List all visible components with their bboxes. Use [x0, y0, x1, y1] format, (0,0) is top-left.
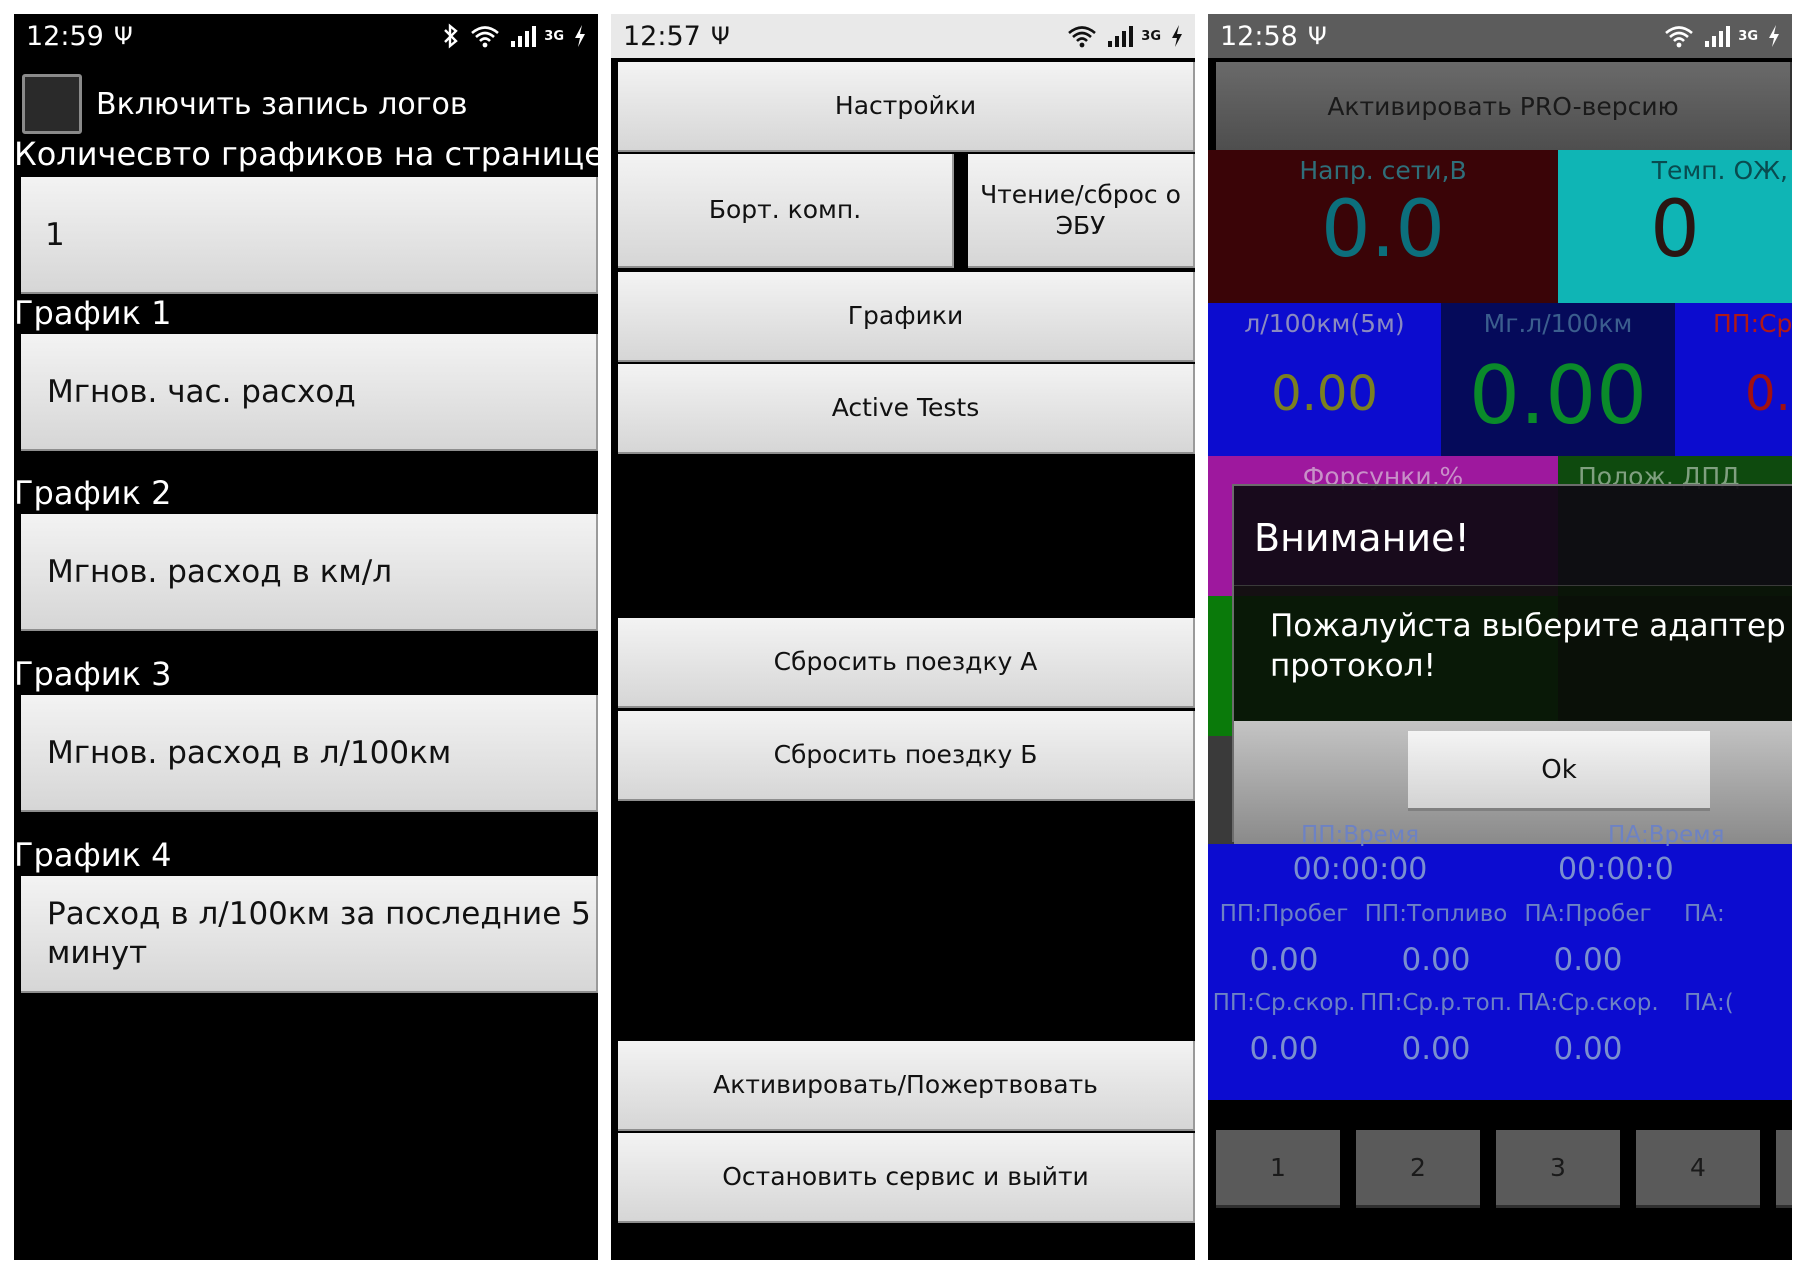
ok-button[interactable]: Ok: [1408, 731, 1710, 811]
network-3g-icon: 3G: [1141, 28, 1161, 44]
usb-icon: Ψ: [1307, 22, 1327, 50]
alert-dialog-message: Пожалуйста выберите адаптер протокол!: [1270, 608, 1786, 685]
status-bar: 12:57 Ψ 3G: [611, 14, 1195, 58]
trip-a-time-label: ПА:Время: [1608, 822, 1725, 846]
tile-trip-avg-partial: ПП:Ср 0.: [1675, 303, 1792, 456]
battery-charging-icon: [574, 24, 586, 48]
phone-screen-chart-settings: 12:59 Ψ 3G Включить запись логов Количес…: [14, 14, 598, 1260]
trip-computer-button[interactable]: Борт. комп.: [618, 154, 954, 268]
status-time: 12:58: [1220, 20, 1298, 52]
trip-a-distance-label: ПА:Пробег: [1524, 901, 1652, 927]
signal-icon: [1704, 24, 1732, 48]
signal-icon: [1107, 24, 1135, 48]
tile-trip-avg-partial-label: ПП:Ср: [1713, 309, 1792, 338]
alert-dialog: Внимание! Пожалуйста выберите адаптер пр…: [1232, 484, 1792, 844]
active-tests-button[interactable]: Active Tests: [618, 364, 1195, 454]
trip-a-avg-speed-value: 0.00: [1553, 1031, 1623, 1067]
alert-dialog-header: Внимание!: [1234, 486, 1792, 586]
tile-coolant-temp-value: 0: [1650, 185, 1700, 275]
settings-button[interactable]: Настройки: [618, 62, 1195, 152]
phone-screen-dashboard: 12:58 Ψ 3G Активировать PRO-версию Напр.…: [1208, 14, 1792, 1260]
trip-b-avg-fuel-label: ПП:Ср.р.топ.: [1360, 990, 1513, 1016]
wifi-icon: [1664, 24, 1694, 48]
charts-count-label: Количесвто графиков на странице:: [14, 135, 598, 173]
battery-charging-icon: [1171, 24, 1183, 48]
tile-voltage-value: 0.0: [1320, 185, 1446, 275]
chart-2-select[interactable]: Мгнов. расход в км/л: [21, 514, 598, 631]
tile-trip-avg-partial-value: 0.: [1745, 366, 1791, 422]
tile-instant-consumption-label: Мг.л/100км: [1483, 309, 1633, 338]
network-3g-icon: 3G: [544, 28, 564, 44]
enable-logging-checkbox[interactable]: [22, 74, 82, 134]
trip-b-avg-speed-label: ПП:Ср.скор.: [1212, 990, 1356, 1016]
status-time: 12:57: [623, 20, 701, 52]
reset-trip-a-button[interactable]: Сбросить поездку А: [618, 618, 1195, 708]
tile-instant-consumption: Мг.л/100км 0.00: [1441, 303, 1675, 456]
trip-a-time-value: 00:00:0: [1558, 852, 1674, 887]
status-bar: 12:59 Ψ 3G: [14, 14, 598, 58]
trip-b-fuel-value: 0.00: [1401, 942, 1471, 978]
chart-3-select[interactable]: Мгнов. расход в л/100км: [21, 695, 598, 812]
chart-4-value: Расход в л/100км за последние 5 минут: [47, 895, 591, 971]
network-3g-icon: 3G: [1738, 28, 1758, 44]
trip-b-time-value: 00:00:00: [1292, 852, 1428, 887]
trip-b-avg-fuel-value: 0.00: [1401, 1031, 1471, 1067]
wifi-icon: [470, 24, 500, 48]
trip-a-distance-value: 0.00: [1553, 942, 1623, 978]
battery-charging-icon: [1768, 24, 1780, 48]
page-4-button[interactable]: 4: [1636, 1130, 1760, 1208]
tile-coolant-temp-label: Темп. ОЖ,: [1651, 156, 1788, 185]
page-1-button[interactable]: 1: [1216, 1130, 1340, 1208]
trip-a-avg-speed-label: ПА:Ср.скор.: [1517, 990, 1659, 1016]
chart-4-label: График 4: [14, 836, 172, 874]
alert-dialog-body: Пожалуйста выберите адаптер протокол!: [1234, 586, 1792, 721]
trip-b-distance-value: 0.00: [1249, 942, 1319, 978]
bluetooth-icon: [442, 23, 460, 49]
chart-1-value: Мгнов. час. расход: [47, 373, 356, 410]
activate-donate-button[interactable]: Активировать/Пожертвовать: [618, 1041, 1195, 1131]
enable-logging-label: Включить запись логов: [96, 86, 468, 122]
chart-3-label: График 3: [14, 655, 172, 693]
activate-pro-button[interactable]: Активировать PRO-версию: [1216, 62, 1792, 152]
page-2-button[interactable]: 2: [1356, 1130, 1480, 1208]
chart-3-value: Мгнов. расход в л/100км: [47, 734, 452, 771]
wifi-icon: [1067, 24, 1097, 48]
read-reset-ecu-label: Чтение/сброс о ЭБУ: [980, 179, 1181, 240]
charts-count-select[interactable]: 1: [21, 177, 598, 294]
page-5-button-partial[interactable]: [1776, 1130, 1792, 1208]
charts-count-value: 1: [45, 216, 65, 253]
usb-icon: Ψ: [710, 22, 730, 50]
tile-consumption-5m-value: 0.00: [1271, 366, 1378, 422]
chart-4-select[interactable]: Расход в л/100км за последние 5 минут: [21, 876, 598, 993]
charts-button[interactable]: Графики: [618, 272, 1195, 362]
page-3-button[interactable]: 3: [1496, 1130, 1620, 1208]
tile-consumption-5m: л/100км(5м) 0.00: [1208, 303, 1441, 456]
trip-b-distance-label: ПП:Пробег: [1219, 901, 1349, 927]
status-time: 12:59: [26, 20, 104, 52]
tile-voltage: Напр. сети,В 0.0: [1208, 150, 1558, 303]
stop-service-exit-button[interactable]: Остановить сервис и выйти: [618, 1133, 1195, 1223]
enable-logging-row[interactable]: Включить запись логов: [22, 74, 468, 134]
trip-a-fuel-label: ПА:: [1684, 901, 1725, 927]
chart-1-select[interactable]: Мгнов. час. расход: [21, 334, 598, 451]
signal-icon: [510, 24, 538, 48]
trip-b-fuel-label: ПП:Топливо: [1364, 901, 1508, 927]
trip-a-avg-fuel-label: ПА:(: [1684, 990, 1734, 1016]
read-reset-ecu-button[interactable]: Чтение/сброс о ЭБУ: [968, 154, 1195, 268]
tile-voltage-label: Напр. сети,В: [1299, 156, 1467, 185]
usb-icon: Ψ: [113, 22, 133, 50]
tile-coolant-temp: Темп. ОЖ, 0: [1558, 150, 1792, 303]
trip-b-time-label: ПП:Время: [1300, 822, 1420, 846]
trip-b-avg-speed-value: 0.00: [1249, 1031, 1319, 1067]
status-bar: 12:58 Ψ 3G: [1208, 14, 1792, 58]
reset-trip-b-button[interactable]: Сбросить поездку Б: [618, 711, 1195, 801]
phone-screen-main-menu: 12:57 Ψ 3G Настройки Борт. комп. Чтение/…: [611, 14, 1195, 1260]
tile-instant-consumption-value: 0.00: [1468, 349, 1648, 442]
chart-2-value: Мгнов. расход в км/л: [47, 553, 393, 590]
chart-2-label: График 2: [14, 474, 172, 512]
tile-consumption-5m-label: л/100км(5м): [1244, 309, 1405, 338]
chart-1-label: График 1: [14, 294, 172, 332]
alert-dialog-title: Внимание!: [1254, 516, 1470, 560]
